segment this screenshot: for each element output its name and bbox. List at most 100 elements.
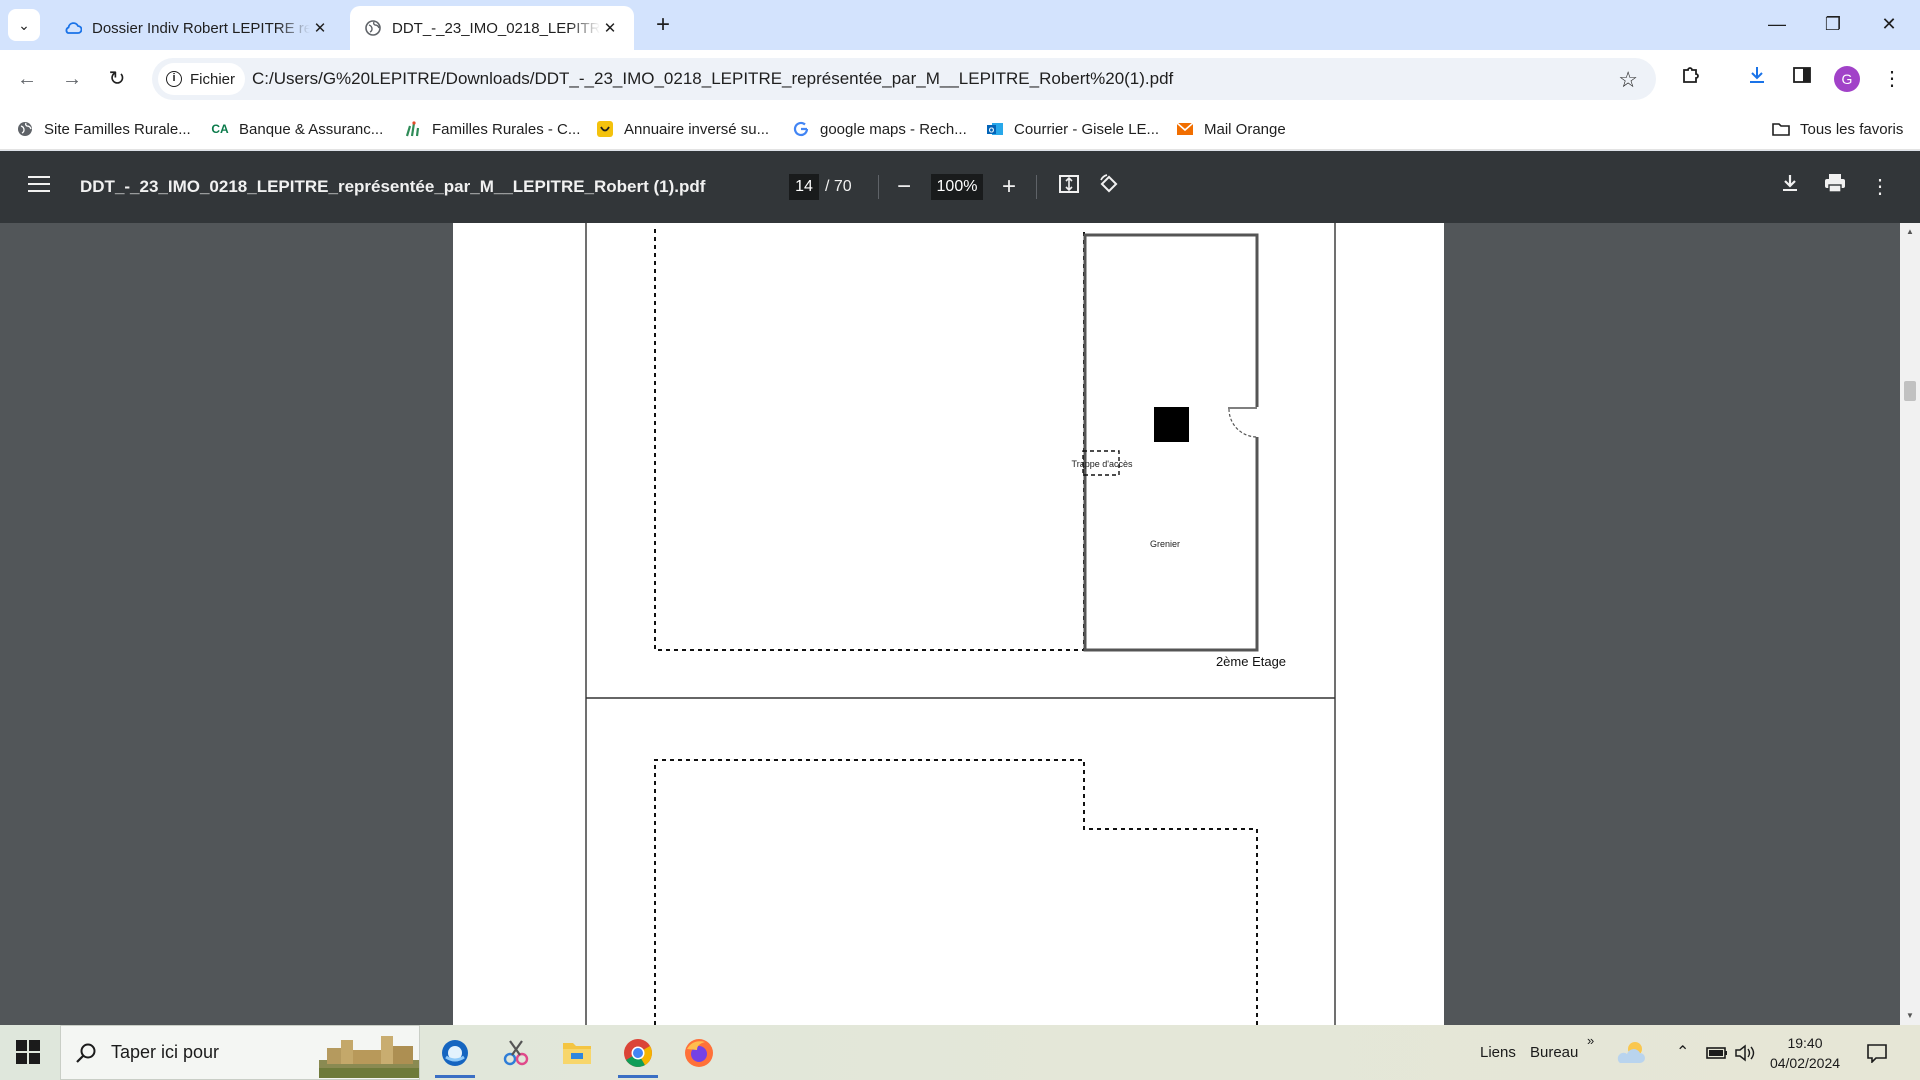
extensions-icon[interactable]: [1676, 64, 1706, 94]
pdf-toolbar: DDT_-_23_IMO_0218_LEPITRE_représentée_pa…: [0, 151, 1920, 223]
globe-icon: [16, 120, 34, 138]
divider: [1036, 175, 1037, 199]
pdf-page: Trappe d'accès Grenier 2ème Etage: [453, 223, 1444, 1025]
taskbar-app-firefox[interactable]: [671, 1025, 727, 1080]
tab-ddt-pdf[interactable]: DDT_-_23_IMO_0218_LEPITRE_r ✕: [350, 6, 634, 50]
forward-arrow-icon[interactable]: →: [57, 64, 87, 94]
windows-start-icon[interactable]: [16, 1040, 40, 1064]
svg-text:O: O: [989, 128, 995, 135]
attic-room: [1083, 233, 1259, 652]
print-icon[interactable]: [1821, 173, 1849, 201]
bookmark-star-icon[interactable]: ☆: [1618, 67, 1638, 93]
address-bar[interactable]: i Fichier C:/Users/G%20LEPITRE/Downloads…: [152, 58, 1656, 100]
title-bar: ⌄ Dossier Indiv Robert LEPITRE re ✕ DDT_…: [0, 0, 1920, 50]
bookmark-item[interactable]: CA Banque & Assuranc...: [211, 108, 383, 150]
download-icon[interactable]: [1776, 173, 1804, 201]
clock-date: 04/02/2024: [1769, 1055, 1841, 1071]
tray-more-chevron[interactable]: »: [1587, 1013, 1594, 1068]
tab-dossier-indiv[interactable]: Dossier Indiv Robert LEPITRE re ✕: [50, 6, 344, 50]
menu-icon[interactable]: [28, 176, 50, 194]
info-icon: i: [166, 71, 182, 87]
all-bookmarks-folder[interactable]: Tous les favoris: [1772, 108, 1903, 150]
minimize-button[interactable]: —: [1754, 6, 1800, 42]
taskbar-app-outlook[interactable]: [427, 1025, 483, 1080]
more-menu-icon[interactable]: ⋮: [1877, 64, 1907, 94]
downloads-icon[interactable]: [1742, 64, 1772, 94]
fit-page-icon[interactable]: [1055, 173, 1083, 201]
profile-avatar[interactable]: G: [1834, 66, 1860, 92]
notifications-icon[interactable]: [1866, 1025, 1888, 1080]
scroll-up-arrow[interactable]: ▲: [1905, 227, 1915, 236]
vertical-scrollbar[interactable]: ▲ ▼: [1900, 223, 1920, 1025]
zoom-out-button[interactable]: −: [890, 173, 918, 201]
bookmark-label: Mail Orange: [1204, 120, 1286, 138]
tab-close-icon[interactable]: ✕: [600, 19, 620, 37]
firefox-icon: [685, 1038, 713, 1067]
bookmark-item[interactable]: Familles Rurales - C...: [404, 108, 580, 150]
attic-label: Grenier: [1150, 539, 1180, 549]
chevron-down-icon: ⌄: [18, 16, 30, 33]
tab-search-button[interactable]: ⌄: [8, 9, 40, 41]
globe-icon: [364, 19, 382, 37]
new-tab-button[interactable]: +: [650, 11, 676, 39]
bookmark-item[interactable]: google maps - Rech...: [792, 108, 967, 150]
bookmark-item[interactable]: Mail Orange: [1176, 108, 1286, 150]
search-highlight-illustration: [319, 1036, 419, 1078]
side-panel-icon[interactable]: [1787, 64, 1817, 94]
bookmark-item[interactable]: Site Familles Rurale...: [16, 108, 191, 150]
tray-desktop[interactable]: Bureau: [1530, 1025, 1578, 1080]
bookmark-label: google maps - Rech...: [820, 120, 967, 138]
bookmark-label: Annuaire inversé su...: [624, 120, 770, 138]
dashed-outline-lower: [654, 759, 1258, 1025]
url-text[interactable]: C:/Users/G%20LEPITRE/Downloads/DDT_-_23_…: [252, 58, 1173, 100]
tray-links[interactable]: Liens: [1480, 1025, 1516, 1080]
volume-icon[interactable]: [1734, 1025, 1756, 1080]
scroll-thumb[interactable]: [1904, 381, 1916, 401]
taskbar-app-chrome[interactable]: [610, 1025, 666, 1080]
chrome-icon: [624, 1038, 652, 1067]
pdf-title: DDT_-_23_IMO_0218_LEPITRE_représentée_pa…: [80, 177, 706, 196]
smile-icon: [596, 120, 614, 138]
zoom-level-input[interactable]: 100%: [931, 174, 983, 200]
divider: [878, 175, 879, 199]
familles-rurales-icon: [404, 120, 422, 138]
show-hidden-icons-chevron[interactable]: ⌃: [1676, 1025, 1689, 1080]
rotate-icon[interactable]: [1095, 173, 1123, 201]
door-opening: [1253, 407, 1261, 437]
back-arrow-icon[interactable]: ←: [12, 64, 42, 94]
outlook-icon: O: [986, 120, 1004, 138]
folder-icon: [563, 1042, 591, 1064]
taskbar-app-snipping[interactable]: [488, 1025, 544, 1080]
door-swing-arc: [1228, 408, 1258, 438]
pdf-viewport: Trappe d'accès Grenier 2ème Etage: [0, 223, 1920, 1025]
bookmarks-bar: Site Familles Rurale... CA Banque & Assu…: [0, 108, 1920, 150]
bookmark-item[interactable]: Annuaire inversé su...: [596, 108, 769, 150]
close-window-button[interactable]: ✕: [1866, 6, 1912, 42]
taskbar-app-explorer[interactable]: [549, 1025, 605, 1080]
google-icon: [792, 120, 810, 138]
scroll-down-arrow[interactable]: ▼: [1905, 1011, 1915, 1020]
taskbar-clock[interactable]: 19:40 04/02/2024: [1760, 1033, 1850, 1073]
tab-close-icon[interactable]: ✕: [310, 19, 330, 37]
clock-time: 19:40: [1787, 1035, 1823, 1051]
bookmark-item[interactable]: O Courrier - Gisele LE...: [986, 108, 1159, 150]
taskbar: Taper ici pour Liens Bureau » ⌃ 19:40 04…: [0, 1025, 1920, 1080]
weather-icon[interactable]: [1604, 1025, 1660, 1080]
battery-icon[interactable]: [1706, 1025, 1728, 1080]
reload-icon[interactable]: ↻: [102, 64, 132, 94]
taskbar-search-box[interactable]: Taper ici pour: [60, 1025, 420, 1080]
restore-button[interactable]: ❐: [1810, 6, 1856, 42]
floor-plan-drawing: Trappe d'accès Grenier 2ème Etage: [585, 223, 1336, 1025]
search-placeholder: Taper ici pour: [111, 1042, 220, 1062]
search-icon: [75, 1042, 97, 1064]
more-options-icon[interactable]: ⋮: [1866, 173, 1894, 201]
folder-icon: [1772, 120, 1790, 138]
site-info-chip[interactable]: i Fichier: [158, 63, 246, 95]
tab-label: DDT_-_23_IMO_0218_LEPITRE_r: [392, 19, 600, 37]
page-number-input[interactable]: 14: [789, 174, 819, 200]
scissors-icon: [503, 1039, 529, 1065]
page-total: / 70: [825, 178, 852, 195]
security-label: Fichier: [190, 70, 236, 88]
tab-label: Dossier Indiv Robert LEPITRE re: [92, 19, 310, 37]
zoom-in-button[interactable]: +: [995, 173, 1023, 201]
